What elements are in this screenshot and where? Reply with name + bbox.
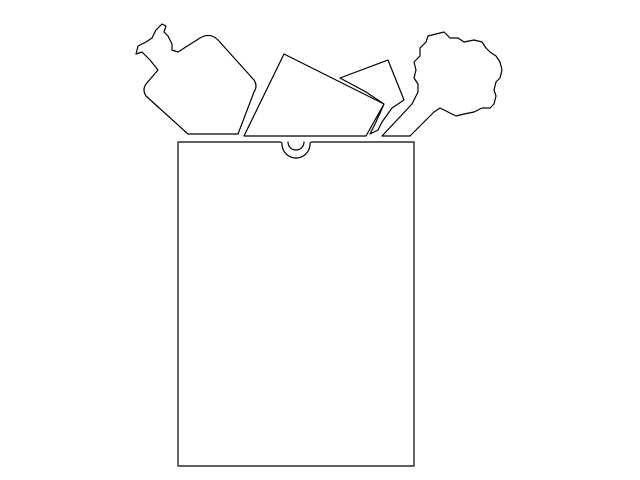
grocery-bag-illustration: [135, 23, 503, 467]
broccoli-icon: [381, 31, 503, 137]
bottle-icon: [135, 23, 257, 135]
bag-icon: [177, 141, 415, 467]
box-icon: [243, 53, 385, 137]
